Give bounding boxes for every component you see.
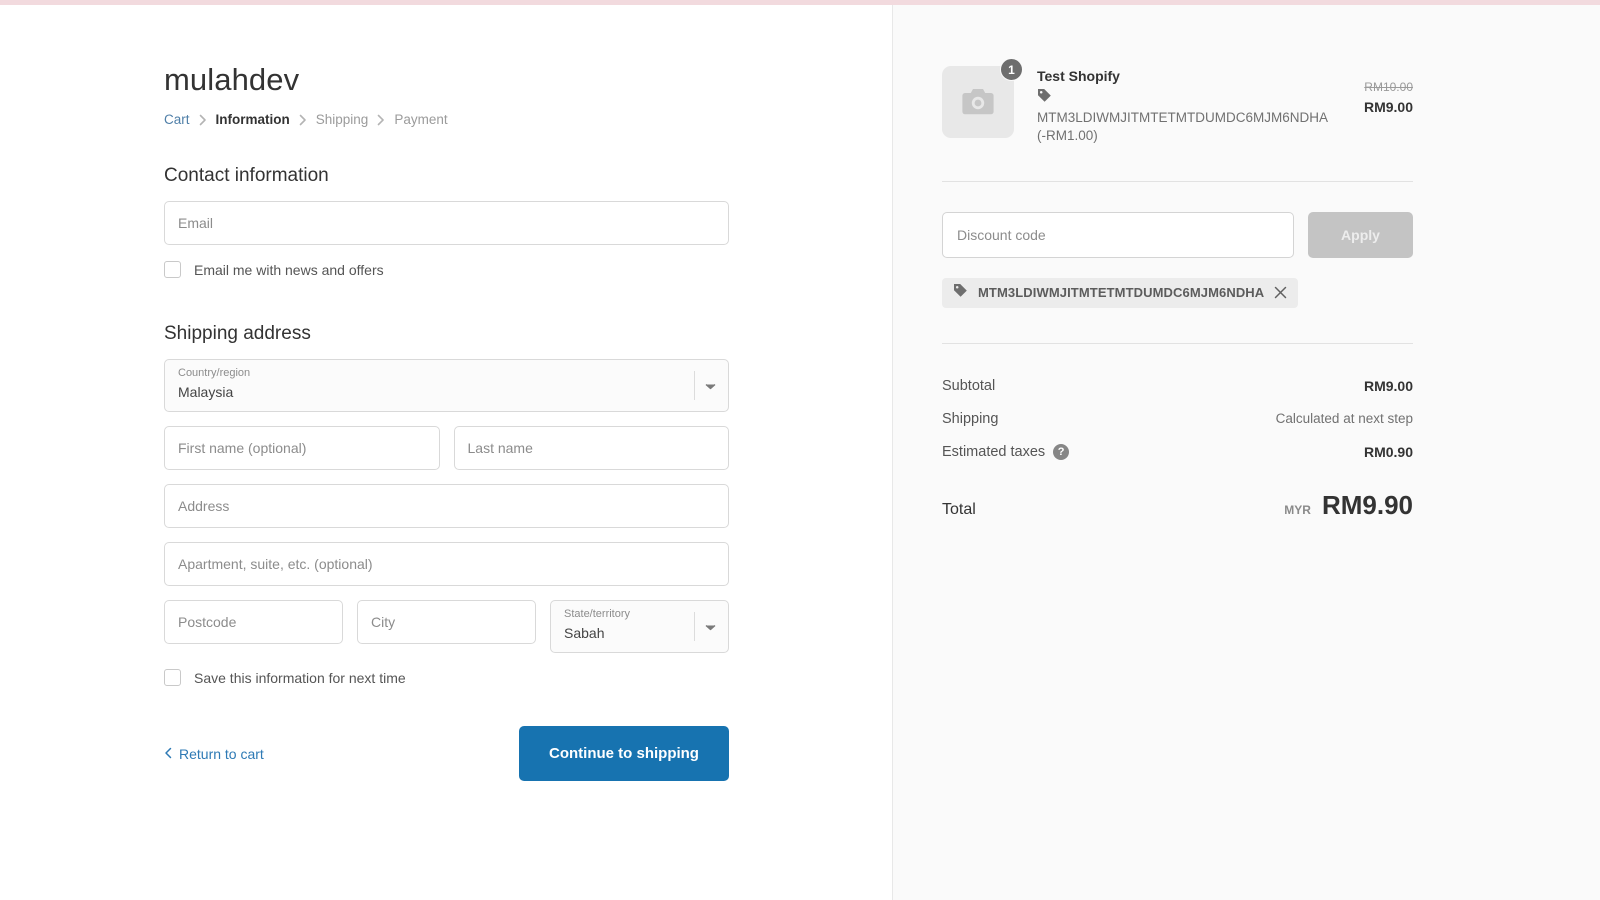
divider bbox=[942, 342, 1413, 344]
totals-list: Subtotal RM9.00 Shipping Calculated at n… bbox=[942, 378, 1413, 460]
total-amount-wrap: MYR RM9.90 bbox=[1284, 490, 1413, 521]
email-placeholder: Email bbox=[178, 215, 214, 231]
divider bbox=[942, 180, 1413, 182]
breadcrumb: Cart Information Shipping Payment bbox=[164, 112, 729, 127]
select-divider bbox=[694, 612, 695, 641]
save-info-label: Save this information for next time bbox=[194, 669, 406, 686]
newsletter-checkbox[interactable] bbox=[164, 261, 181, 278]
select-divider bbox=[694, 371, 695, 400]
address-placeholder: Address bbox=[178, 498, 230, 514]
last-name-field[interactable]: Last name bbox=[453, 426, 729, 470]
checkout-form-column: mulahdev Cart Information Shipping Payme… bbox=[0, 0, 893, 900]
country-region-value: Malaysia bbox=[178, 383, 234, 400]
breadcrumb-cart[interactable]: Cart bbox=[164, 112, 190, 127]
shipping-label: Shipping bbox=[942, 410, 999, 427]
shipping-address-title: Shipping address bbox=[164, 323, 311, 344]
grand-total-row: Total MYR RM9.90 bbox=[942, 490, 1413, 521]
apply-discount-button[interactable]: Apply bbox=[1308, 211, 1413, 258]
state-territory-label: State/territory bbox=[564, 608, 631, 620]
discount-code-placeholder: Discount code bbox=[957, 226, 1046, 243]
discount-code-row: Discount code Apply bbox=[942, 211, 1413, 258]
line-item-info: Test Shopify MTM3LDIWMJITMTETMTDUMDC6MJM… bbox=[1037, 66, 1364, 146]
chevron-right-icon bbox=[377, 114, 385, 126]
line-item-image-wrap: 1 bbox=[942, 58, 1023, 138]
country-region-select[interactable]: Country/region Malaysia bbox=[164, 359, 729, 412]
address-field[interactable]: Address bbox=[164, 484, 729, 528]
breadcrumb-payment: Payment bbox=[394, 112, 448, 127]
discount-code-input[interactable]: Discount code bbox=[942, 211, 1294, 258]
order-summary-column: 1 Test Shopify MTM3LDIWMJITMTETMTDUMDC6M… bbox=[893, 0, 1600, 900]
line-item-discount: MTM3LDIWMJITMTETMTDUMDC6MJM6NDHA (-RM1.0… bbox=[1037, 88, 1337, 146]
line-item-quantity-badge: 1 bbox=[1000, 58, 1023, 81]
line-item: 1 Test Shopify MTM3LDIWMJITMTETMTDUMDC6M… bbox=[942, 58, 1413, 146]
total-label: Total bbox=[942, 500, 976, 518]
table-row: Estimated taxes ? RM0.90 bbox=[942, 443, 1413, 460]
save-info-checkbox-row[interactable]: Save this information for next time bbox=[164, 669, 729, 686]
line-item-prices: RM10.00 RM9.00 bbox=[1364, 66, 1413, 115]
table-row: Shipping Calculated at next step bbox=[942, 411, 1413, 427]
save-info-checkbox[interactable] bbox=[164, 669, 181, 686]
line-item-price: RM9.00 bbox=[1363, 99, 1413, 115]
name-row: First name (optional) Last name bbox=[164, 426, 729, 470]
applied-discount-code: MTM3LDIWMJITMTETMTDUMDC6MJM6NDHA bbox=[978, 285, 1265, 301]
city-placeholder: City bbox=[371, 614, 396, 630]
applied-discount-chip: MTM3LDIWMJITMTETMTDUMDC6MJM6NDHA bbox=[942, 277, 1299, 308]
breadcrumb-information[interactable]: Information bbox=[216, 112, 290, 127]
state-territory-value: Sabah bbox=[564, 624, 605, 641]
first-name-field[interactable]: First name (optional) bbox=[164, 426, 440, 470]
chevron-left-icon bbox=[164, 746, 172, 762]
line-item-discount-text: MTM3LDIWMJITMTETMTDUMDC6MJM6NDHA (-RM1.0… bbox=[1037, 110, 1328, 144]
return-to-cart-link[interactable]: Return to cart bbox=[164, 746, 264, 762]
state-territory-select[interactable]: State/territory Sabah bbox=[550, 600, 729, 653]
city-field[interactable]: City bbox=[357, 600, 536, 644]
estimated-taxes-label: Estimated taxes bbox=[942, 443, 1046, 460]
return-to-cart-label: Return to cart bbox=[179, 745, 264, 762]
apartment-row: Apartment, suite, etc. (optional) bbox=[164, 542, 729, 586]
email-field[interactable]: Email bbox=[164, 201, 729, 245]
country-region-label: Country/region bbox=[178, 367, 251, 379]
continue-to-shipping-button[interactable]: Continue to shipping bbox=[519, 726, 729, 781]
apartment-field[interactable]: Apartment, suite, etc. (optional) bbox=[164, 542, 729, 586]
close-icon[interactable] bbox=[1274, 286, 1287, 299]
subtotal-label: Subtotal bbox=[942, 377, 996, 394]
form-actions: Return to cart Continue to shipping bbox=[164, 726, 729, 781]
newsletter-label: Email me with news and offers bbox=[194, 261, 384, 278]
chevron-down-icon bbox=[705, 618, 716, 636]
address-row: Address bbox=[164, 484, 729, 528]
estimated-taxes-label-wrap: Estimated taxes ? bbox=[942, 443, 1070, 460]
chevron-right-icon bbox=[199, 114, 207, 126]
shop-name: mulahdev bbox=[164, 62, 300, 97]
total-value: RM9.90 bbox=[1321, 489, 1413, 520]
newsletter-checkbox-row[interactable]: Email me with news and offers bbox=[164, 261, 729, 278]
total-currency: MYR bbox=[1284, 502, 1311, 517]
line-item-original-price: RM10.00 bbox=[1364, 80, 1413, 94]
help-icon[interactable]: ? bbox=[1053, 443, 1070, 460]
top-accent-bar bbox=[0, 0, 1600, 5]
postcode-field[interactable]: Postcode bbox=[164, 600, 343, 644]
table-row: Subtotal RM9.00 bbox=[942, 378, 1413, 394]
checkout-page: mulahdev Cart Information Shipping Payme… bbox=[0, 0, 1600, 900]
shipping-value: Calculated at next step bbox=[1275, 411, 1413, 427]
tag-icon bbox=[1037, 88, 1337, 108]
breadcrumb-shipping: Shipping bbox=[315, 112, 369, 127]
postcode-placeholder: Postcode bbox=[178, 614, 237, 630]
postcode-city-state-row: Postcode City State/territory Sabah bbox=[164, 600, 729, 653]
subtotal-value: RM9.00 bbox=[1363, 377, 1413, 394]
first-name-placeholder: First name (optional) bbox=[178, 440, 307, 456]
contact-information-title: Contact information bbox=[164, 165, 329, 186]
chevron-down-icon bbox=[705, 377, 716, 395]
line-item-title: Test Shopify bbox=[1037, 68, 1120, 84]
apartment-placeholder: Apartment, suite, etc. (optional) bbox=[178, 556, 373, 572]
last-name-placeholder: Last name bbox=[467, 440, 533, 456]
estimated-taxes-value: RM0.90 bbox=[1363, 443, 1413, 460]
chevron-right-icon bbox=[299, 114, 307, 126]
tag-icon bbox=[953, 283, 968, 303]
